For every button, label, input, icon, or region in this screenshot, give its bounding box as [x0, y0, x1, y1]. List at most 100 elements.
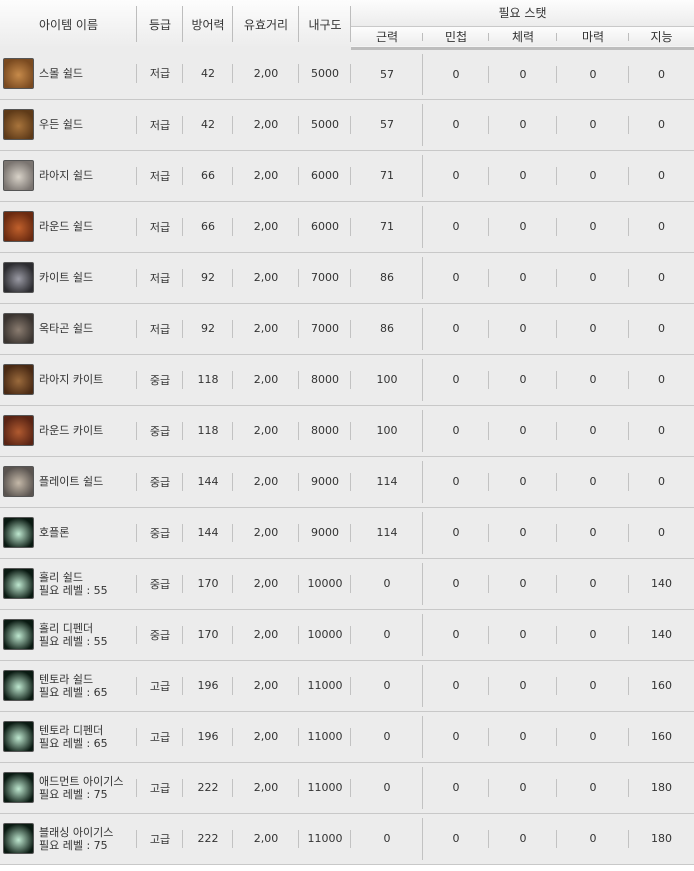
table-row: 텐토라 디펜더 필요 레벨 : 65 고급 196 2,00 11000 0 0 0 0 160 — [0, 711, 694, 763]
shield-icon — [3, 415, 34, 446]
cell-defense: 170 — [183, 558, 233, 610]
shield-icon — [3, 313, 34, 344]
cell-defense: 42 — [183, 48, 233, 100]
cell-grade: 저급 — [137, 150, 183, 202]
header-name: 아이템 이름 — [0, 0, 137, 48]
cell-durability: 6000 — [299, 201, 351, 253]
cell-durability: 11000 — [299, 660, 351, 712]
cell-mag: 0 — [557, 507, 629, 559]
table-row: 플레이트 쉴드 중급 144 2,00 9000 114 0 0 0 0 — [0, 456, 694, 508]
header-str: 근력 — [351, 26, 423, 50]
required-level: 필요 레벨 : 65 — [39, 685, 108, 699]
cell-range: 2,00 — [233, 48, 299, 100]
shield-icon — [3, 262, 34, 293]
cell-dex: 0 — [423, 405, 489, 457]
cell-dex: 0 — [423, 99, 489, 151]
header-grade: 등급 — [137, 0, 183, 48]
cell-mag: 0 — [557, 762, 629, 814]
cell-grade: 저급 — [137, 201, 183, 253]
item-name-cell: 애드먼트 아이기스 필요 레벨 : 75 — [0, 762, 137, 814]
cell-vit: 0 — [489, 456, 557, 508]
shield-icon — [3, 568, 34, 599]
cell-grade: 고급 — [137, 813, 183, 865]
cell-vit: 0 — [489, 201, 557, 253]
cell-grade: 중급 — [137, 609, 183, 661]
cell-defense: 118 — [183, 405, 233, 457]
header-range: 유효거리 — [233, 0, 299, 48]
cell-range: 2,00 — [233, 252, 299, 304]
cell-dex: 0 — [423, 507, 489, 559]
cell-grade: 중급 — [137, 354, 183, 406]
cell-defense: 66 — [183, 150, 233, 202]
cell-durability: 9000 — [299, 456, 351, 508]
item-name: 카이트 쉴드 — [39, 271, 94, 284]
item-name: 플레이트 쉴드 — [39, 475, 104, 488]
cell-str: 0 — [351, 711, 423, 763]
shield-icon — [3, 109, 34, 140]
table-row: 옥타곤 쉴드 저급 92 2,00 7000 86 0 0 0 0 — [0, 303, 694, 355]
item-rows: 스몰 쉴드 저급 42 2,00 5000 57 0 0 0 0 우든 쉴드 저급 42 2,00 5000… — [0, 48, 694, 865]
required-level: 필요 레벨 : 55 — [39, 583, 108, 597]
cell-int: 0 — [629, 405, 694, 457]
table-row: 텐토라 쉴드 필요 레벨 : 65 고급 196 2,00 11000 0 0 0 0 160 — [0, 660, 694, 712]
shield-icon — [3, 211, 34, 242]
cell-durability: 8000 — [299, 354, 351, 406]
cell-range: 2,00 — [233, 762, 299, 814]
cell-int: 0 — [629, 99, 694, 151]
shield-icon — [3, 160, 34, 191]
item-name: 홀리 쉴드 — [39, 570, 83, 584]
item-name: 호플론 — [39, 526, 70, 539]
cell-vit: 0 — [489, 558, 557, 610]
table-row: 카이트 쉴드 저급 92 2,00 7000 86 0 0 0 0 — [0, 252, 694, 304]
cell-range: 2,00 — [233, 456, 299, 508]
item-name-cell: 카이트 쉴드 — [0, 252, 137, 304]
cell-dex: 0 — [423, 303, 489, 355]
item-name-cell: 라운드 카이트 — [0, 405, 137, 457]
cell-vit: 0 — [489, 762, 557, 814]
cell-durability: 11000 — [299, 711, 351, 763]
header-row-top: 아이템 이름 등급 방어력 유효거리 내구도 필요 스탯 — [0, 0, 694, 48]
required-level: 필요 레벨 : 75 — [39, 787, 108, 801]
table-row: 홀리 쉴드 필요 레벨 : 55 중급 170 2,00 10000 0 0 0 0 140 — [0, 558, 694, 610]
cell-str: 0 — [351, 813, 423, 865]
cell-mag: 0 — [557, 150, 629, 202]
cell-grade: 중급 — [137, 507, 183, 559]
item-name-cell: 우든 쉴드 — [0, 99, 137, 151]
cell-range: 2,00 — [233, 303, 299, 355]
item-name: 라아지 쉴드 — [39, 169, 94, 182]
table-row: 라아지 카이트 중급 118 2,00 8000 100 0 0 0 0 — [0, 354, 694, 406]
cell-dex: 0 — [423, 711, 489, 763]
cell-str: 57 — [351, 48, 423, 100]
item-name: 우든 쉴드 — [39, 118, 83, 131]
cell-grade: 저급 — [137, 99, 183, 151]
cell-defense: 92 — [183, 303, 233, 355]
cell-grade: 중급 — [137, 558, 183, 610]
cell-str: 0 — [351, 609, 423, 661]
table-row: 우든 쉴드 저급 42 2,00 5000 57 0 0 0 0 — [0, 99, 694, 151]
table-row: 호플론 중급 144 2,00 9000 114 0 0 0 0 — [0, 507, 694, 559]
item-name: 옥타곤 쉴드 — [39, 322, 94, 335]
cell-durability: 11000 — [299, 762, 351, 814]
cell-range: 2,00 — [233, 813, 299, 865]
cell-range: 2,00 — [233, 201, 299, 253]
cell-int: 160 — [629, 711, 694, 763]
cell-vit: 0 — [489, 354, 557, 406]
cell-durability: 8000 — [299, 405, 351, 457]
cell-grade: 중급 — [137, 456, 183, 508]
cell-defense: 42 — [183, 99, 233, 151]
item-name: 라아지 카이트 — [39, 373, 104, 386]
cell-dex: 0 — [423, 456, 489, 508]
cell-durability: 7000 — [299, 252, 351, 304]
cell-int: 0 — [629, 201, 694, 253]
item-name: 텐토라 디펜더 — [39, 723, 104, 737]
cell-mag: 0 — [557, 405, 629, 457]
cell-dex: 0 — [423, 354, 489, 406]
cell-vit: 0 — [489, 252, 557, 304]
cell-range: 2,00 — [233, 507, 299, 559]
cell-str: 0 — [351, 558, 423, 610]
header-defense: 방어력 — [183, 0, 233, 48]
item-name-cell: 홀리 쉴드 필요 레벨 : 55 — [0, 558, 137, 610]
cell-vit: 0 — [489, 711, 557, 763]
item-name: 블래싱 아이기스 — [39, 825, 114, 839]
cell-mag: 0 — [557, 813, 629, 865]
